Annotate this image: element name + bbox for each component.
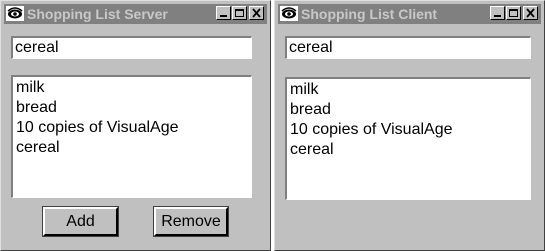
close-icon bbox=[526, 8, 535, 18]
client-item-list[interactable]: milk bread 10 copies of VisualAge cereal bbox=[285, 77, 531, 200]
list-item[interactable]: 10 copies of VisualAge bbox=[16, 118, 251, 138]
client-window-title: Shopping List Client bbox=[301, 6, 438, 22]
close-icon bbox=[252, 8, 261, 18]
list-item[interactable]: cereal bbox=[290, 140, 530, 160]
client-maximize-button[interactable] bbox=[506, 6, 521, 20]
client-minimize-button[interactable] bbox=[490, 6, 505, 20]
client-titlebar[interactable]: Shopping List Client bbox=[278, 4, 541, 24]
minimize-icon bbox=[494, 15, 501, 17]
server-maximize-button[interactable] bbox=[232, 6, 247, 20]
eye-icon[interactable] bbox=[280, 6, 298, 21]
server-item-input[interactable]: cereal bbox=[11, 36, 252, 59]
server-minimize-button[interactable] bbox=[216, 6, 231, 20]
server-close-button[interactable] bbox=[249, 6, 264, 20]
client-close-button[interactable] bbox=[523, 6, 538, 20]
minimize-icon bbox=[220, 15, 227, 17]
client-window: Shopping List Client cereal milk bread 1… bbox=[274, 0, 545, 251]
server-window-title: Shopping List Server bbox=[27, 6, 168, 22]
server-window: Shopping List Server cereal milk bread 1… bbox=[0, 0, 271, 251]
maximize-icon bbox=[235, 9, 244, 17]
remove-button[interactable]: Remove bbox=[153, 206, 229, 237]
list-item[interactable]: cereal bbox=[16, 138, 251, 158]
list-item[interactable]: milk bbox=[290, 80, 530, 100]
add-button[interactable]: Add bbox=[42, 206, 119, 237]
server-titlebar[interactable]: Shopping List Server bbox=[4, 4, 267, 24]
client-item-input[interactable]: cereal bbox=[285, 36, 531, 59]
list-item[interactable]: milk bbox=[16, 78, 251, 98]
list-item[interactable]: bread bbox=[16, 98, 251, 118]
maximize-icon bbox=[509, 9, 518, 17]
list-item[interactable]: 10 copies of VisualAge bbox=[290, 120, 530, 140]
eye-icon[interactable] bbox=[6, 6, 24, 21]
list-item[interactable]: bread bbox=[290, 100, 530, 120]
server-item-list[interactable]: milk bread 10 copies of VisualAge cereal bbox=[11, 75, 252, 198]
